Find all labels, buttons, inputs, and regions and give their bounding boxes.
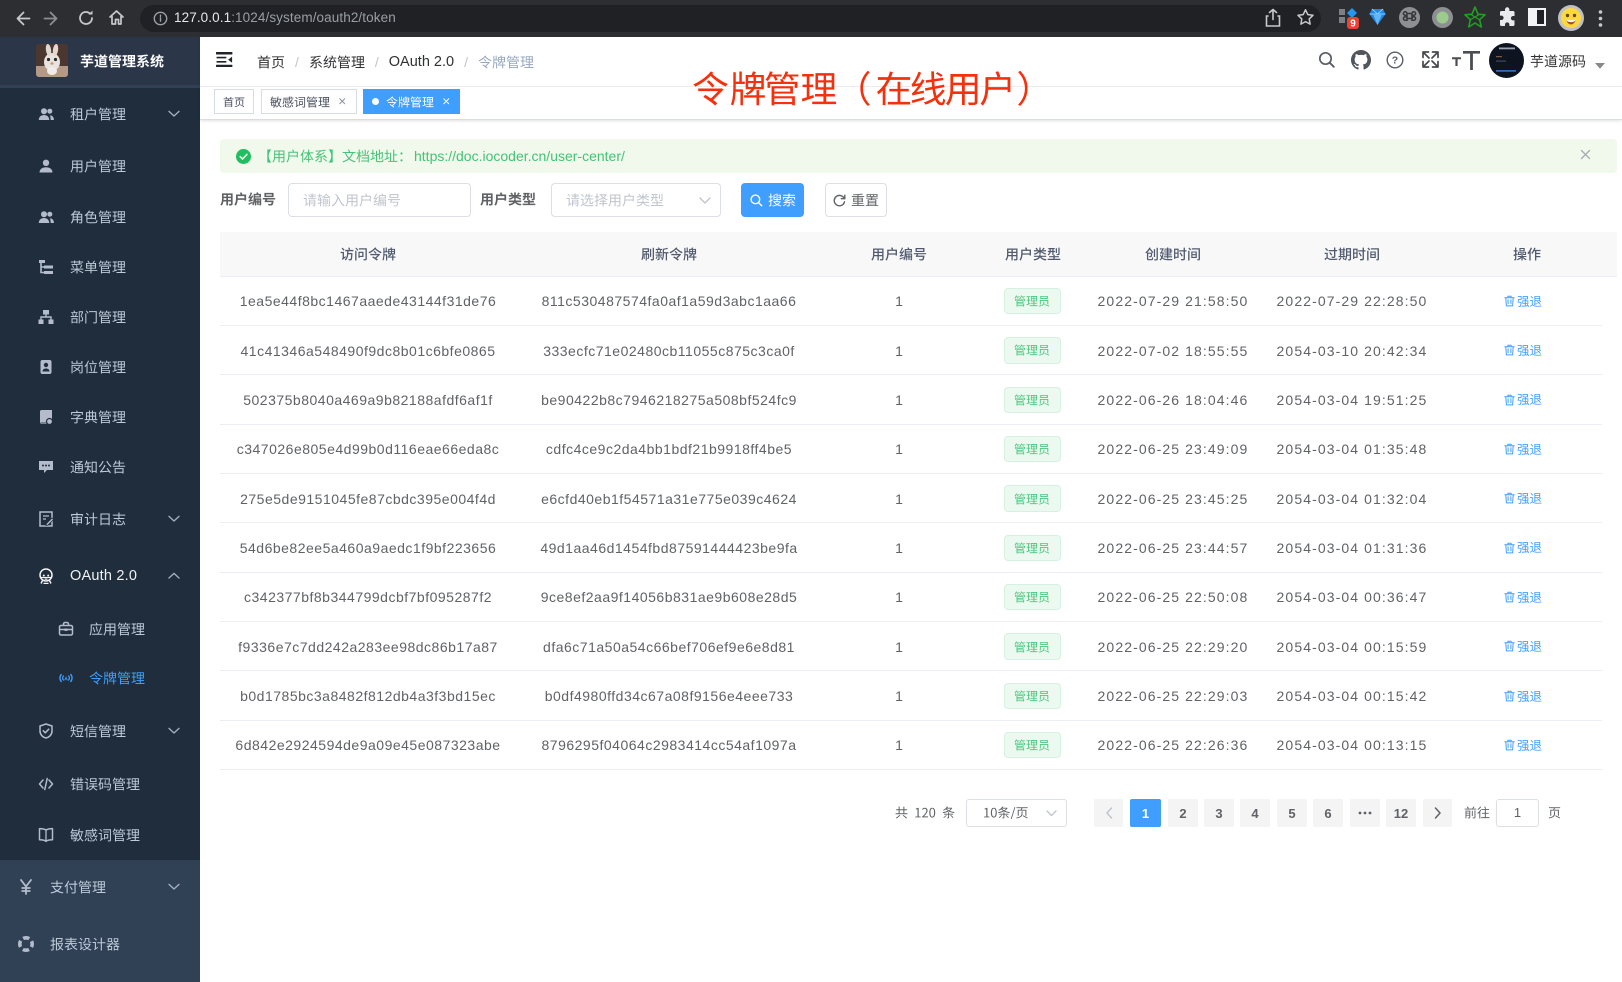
svg-text:?: ?	[1392, 55, 1398, 67]
svg-text:9: 9	[1350, 19, 1356, 30]
